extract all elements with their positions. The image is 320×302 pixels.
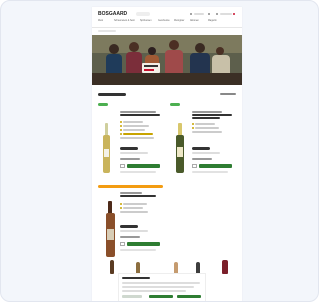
product-card[interactable] (98, 103, 163, 183)
delivery-note (120, 236, 140, 238)
nav-item-schaumwein[interactable]: Schaumwein & Sekt (114, 20, 135, 22)
price (120, 225, 138, 228)
add-to-cart-button[interactable] (199, 164, 232, 168)
attribute-icon (192, 123, 194, 125)
delivery-note (120, 158, 140, 160)
wishlist-link[interactable] (120, 249, 156, 251)
attribute-line (123, 207, 143, 209)
cookie-banner (118, 273, 206, 301)
cookie-title (122, 277, 150, 279)
cookie-accept-all-button[interactable] (177, 295, 201, 298)
product-tag (170, 103, 180, 106)
attribute-line (123, 125, 149, 127)
price-note (192, 152, 220, 154)
attribute-line (195, 123, 215, 125)
related-bottle[interactable] (110, 260, 114, 274)
wine-name[interactable] (120, 195, 156, 197)
cookie-accept-selected-button[interactable] (149, 295, 173, 298)
delivery-note (192, 158, 212, 160)
wine-name[interactable] (192, 114, 232, 116)
nav-item-weingueter[interactable]: Weingüter (174, 20, 184, 22)
winery-name (120, 192, 142, 194)
heart-icon[interactable] (216, 13, 218, 15)
cookie-settings-button[interactable] (122, 295, 142, 298)
wishlist-link[interactable] (120, 171, 156, 173)
product-bottle[interactable] (176, 123, 184, 173)
attribute-line (123, 129, 145, 131)
hero-banner[interactable] (92, 35, 242, 85)
site-logo[interactable]: BOSGAARD (98, 12, 127, 17)
section-title (98, 93, 126, 96)
attribute-icon (120, 125, 122, 127)
attribute-line (120, 211, 148, 213)
add-to-cart-button[interactable] (127, 242, 160, 246)
account-link[interactable] (194, 13, 204, 15)
quantity-stepper[interactable] (120, 242, 125, 246)
wine-name[interactable] (120, 114, 160, 116)
nav-item-magazin[interactable]: Magazin (208, 20, 217, 22)
nav-item-wein[interactable]: Wein (98, 20, 103, 22)
user-icon[interactable] (208, 13, 210, 15)
price (192, 147, 210, 150)
cookie-text (122, 286, 194, 288)
product-card[interactable] (170, 103, 236, 183)
sort-control[interactable] (220, 93, 236, 95)
product-card[interactable] (98, 185, 163, 271)
add-to-cart-button[interactable] (127, 164, 160, 168)
attribute-icon (120, 207, 122, 209)
attribute-line (120, 137, 154, 139)
hero-photo (92, 35, 242, 85)
attribute-line (195, 127, 219, 129)
cart-link[interactable] (220, 13, 232, 15)
attribute-icon (192, 127, 194, 129)
winery-name (192, 111, 222, 113)
attribute-icon (120, 133, 122, 135)
related-bottle[interactable] (222, 260, 228, 274)
nav-item-geschenke[interactable]: Geschenke (158, 20, 170, 22)
attribute-icon (120, 129, 122, 131)
wine-name-line2[interactable] (192, 117, 220, 119)
promo-badge (98, 185, 163, 188)
nav-divider (92, 27, 242, 28)
cookie-text (122, 282, 200, 284)
shop-page: BOSGAARD Wein Schaumwein & Sekt Spirituo… (92, 7, 242, 301)
attribute-icon (120, 203, 122, 205)
winery-name (120, 111, 156, 113)
search-icon[interactable] (190, 13, 192, 15)
attribute-line (123, 203, 147, 205)
breadcrumb[interactable] (98, 30, 116, 32)
search-bar[interactable] (136, 12, 150, 16)
nav-item-spirituosen[interactable]: Spirituosen (140, 20, 152, 22)
product-tag (98, 103, 108, 106)
product-bottle[interactable] (106, 201, 115, 257)
price-note (120, 230, 148, 232)
price (120, 147, 138, 150)
price-note (120, 152, 148, 154)
quantity-stepper[interactable] (120, 164, 125, 168)
nav-item-aktionen[interactable]: Aktionen (190, 20, 199, 22)
cookie-text (122, 290, 186, 292)
wishlist-link[interactable] (192, 171, 228, 173)
cart-icon[interactable] (233, 13, 235, 15)
product-bottle[interactable] (103, 123, 110, 173)
quantity-stepper[interactable] (192, 164, 197, 168)
rating-star-icon (120, 121, 122, 123)
attribute-line (192, 131, 222, 133)
attribute-line (123, 121, 143, 123)
screenshot-frame: BOSGAARD Wein Schaumwein & Sekt Spirituo… (0, 0, 319, 302)
attribute-line (123, 133, 153, 135)
